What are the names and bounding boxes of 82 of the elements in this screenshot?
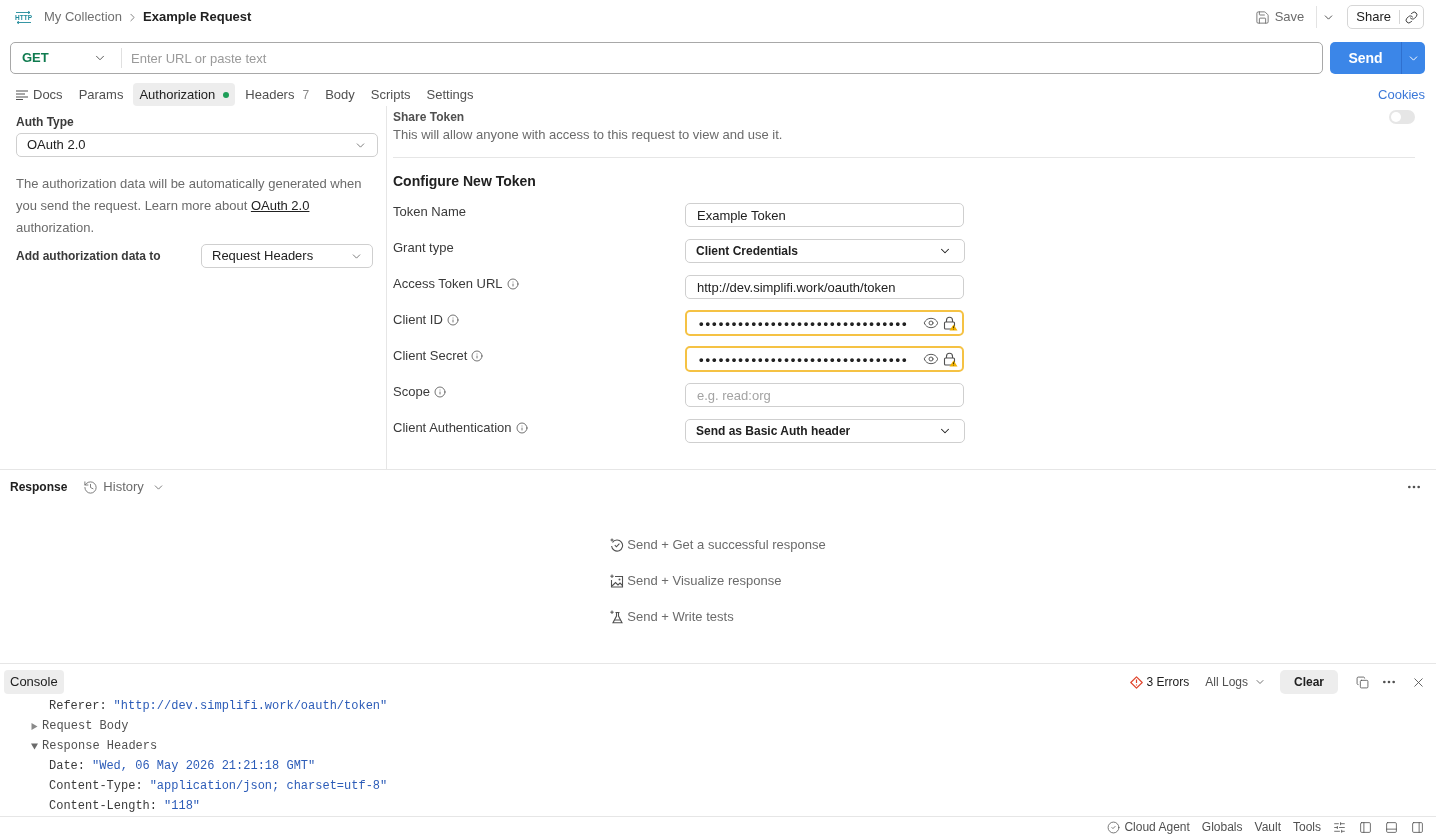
request-tab[interactable]: Authorization — [133, 83, 236, 106]
share-button[interactable]: Share — [1348, 6, 1399, 28]
count-label: 7 — [302, 86, 310, 104]
send-options-button[interactable] — [1401, 42, 1425, 74]
lock-warning-icon — [943, 351, 958, 367]
status-bar-item[interactable]: Globals — [1201, 818, 1243, 836]
flask-sparkle-icon — [610, 610, 625, 624]
error-diamond-icon — [1129, 675, 1143, 689]
link-icon — [1405, 10, 1418, 24]
log-group-toggle[interactable]: Response Headers — [31, 736, 158, 756]
status-bar-item[interactable]: Tools — [1293, 818, 1321, 836]
log-value: "Wed, 06 May 2026 21:21:18 GMT" — [92, 758, 316, 775]
panel-right-icon[interactable] — [1411, 820, 1424, 834]
auth-type-select[interactable]: OAuth 2.0 — [16, 133, 378, 157]
auth-description: The authorization data will be automatically generated when you send the request. Learn more about OAuth 2.0 authorization. — [16, 175, 363, 237]
url-input[interactable]: Enter URL or paste text — [122, 43, 1322, 73]
lock-warning-icon — [943, 315, 958, 331]
request-tab[interactable]: Params — [72, 83, 130, 106]
save-button[interactable]: Save — [1252, 5, 1307, 29]
log-value: "http://dev.simplifi.work/oauth/token" — [113, 698, 388, 715]
text-field[interactable]: Example Token — [685, 203, 964, 227]
field-label: Client Authentication — [393, 419, 512, 438]
add-to-label: Add authorization data to — [16, 248, 162, 265]
add-to-select[interactable]: Request Headers — [201, 244, 373, 268]
console-tab[interactable]: Console — [4, 670, 64, 694]
log-key: Content-Type: — [49, 776, 143, 796]
secret-field[interactable]: •••••••••••••••••••••••••••••••• — [685, 310, 964, 336]
log-key: Date: — [49, 756, 85, 776]
lines-icon — [16, 89, 28, 100]
panel-bottom-icon[interactable] — [1385, 820, 1398, 834]
image-sparkle-icon — [610, 574, 625, 588]
field-label: Token Name — [393, 203, 466, 222]
history-icon — [83, 479, 99, 495]
cookies-link[interactable]: Cookies — [1378, 84, 1425, 105]
log-filter-select[interactable]: All Logs — [1205, 673, 1266, 691]
field-label: Scope — [393, 383, 430, 402]
response-title: Response — [10, 479, 68, 496]
request-title: Example Request — [143, 8, 252, 27]
check-circle-sparkle-icon — [610, 538, 625, 552]
eye-icon[interactable] — [923, 315, 939, 331]
text-field[interactable]: http://dev.simplifi.work/oauth/token — [685, 275, 964, 299]
share-token-toggle[interactable] — [1389, 110, 1415, 124]
log-key: Referer: — [49, 696, 107, 716]
eye-icon[interactable] — [923, 351, 939, 367]
method-select[interactable]: GET — [11, 43, 121, 73]
errors-button[interactable]: 3 Errors — [1129, 673, 1190, 691]
suggestion-link[interactable]: Send + Write tests — [610, 608, 826, 626]
share-token-title: Share Token — [393, 110, 466, 124]
log-value: "118" — [164, 798, 201, 815]
request-tab[interactable]: Body — [319, 83, 361, 106]
send-button[interactable]: Send — [1330, 42, 1401, 74]
log-key: Content-Length: — [49, 796, 158, 816]
select-field[interactable]: Send as Basic Auth header — [685, 419, 965, 443]
request-tab[interactable]: Headers 7 — [239, 83, 316, 106]
share-token-description: This will allow anyone with access to this request to view and use it. — [393, 127, 783, 143]
suggestion-link[interactable]: Send + Get a successful response — [610, 536, 826, 554]
history-button[interactable]: History — [83, 477, 165, 497]
select-field[interactable]: Client Credentials — [685, 239, 965, 263]
configure-token-title: Configure New Token — [393, 172, 537, 190]
auth-type-label: Auth Type — [16, 115, 75, 129]
request-tab[interactable]: Docs — [10, 83, 69, 106]
suggestion-link[interactable]: Send + Visualize response — [610, 572, 826, 590]
field-label: Access Token URL — [393, 275, 503, 294]
field-label: Client Secret — [393, 347, 468, 366]
copy-icon[interactable] — [1356, 675, 1369, 689]
log-group-toggle[interactable]: Request Body — [31, 716, 129, 736]
request-tab[interactable]: Settings — [420, 83, 480, 106]
status-bar-item[interactable]: Vault — [1254, 818, 1281, 836]
request-tab[interactable]: Scripts — [364, 83, 417, 106]
text-field[interactable]: e.g. read:org — [685, 383, 964, 407]
clear-button[interactable]: Clear — [1280, 670, 1338, 694]
field-label: Grant type — [393, 239, 454, 258]
panel-left-icon[interactable] — [1359, 820, 1372, 834]
breadcrumb-link[interactable]: My Collection — [44, 7, 123, 27]
log-value: "application/json; charset=utf-8" — [149, 778, 388, 795]
oauth-docs-link[interactable]: OAuth 2.0 — [250, 198, 310, 213]
secret-field[interactable]: •••••••••••••••••••••••••••••••• — [685, 346, 964, 372]
field-label: Client ID — [393, 311, 443, 330]
url-bar[interactable]: GET Enter URL or paste text — [10, 42, 1323, 74]
check-circle-icon — [1107, 820, 1121, 834]
sliders-icon[interactable] — [1333, 820, 1346, 834]
status-bar-item[interactable]: Cloud Agent — [1107, 818, 1190, 836]
